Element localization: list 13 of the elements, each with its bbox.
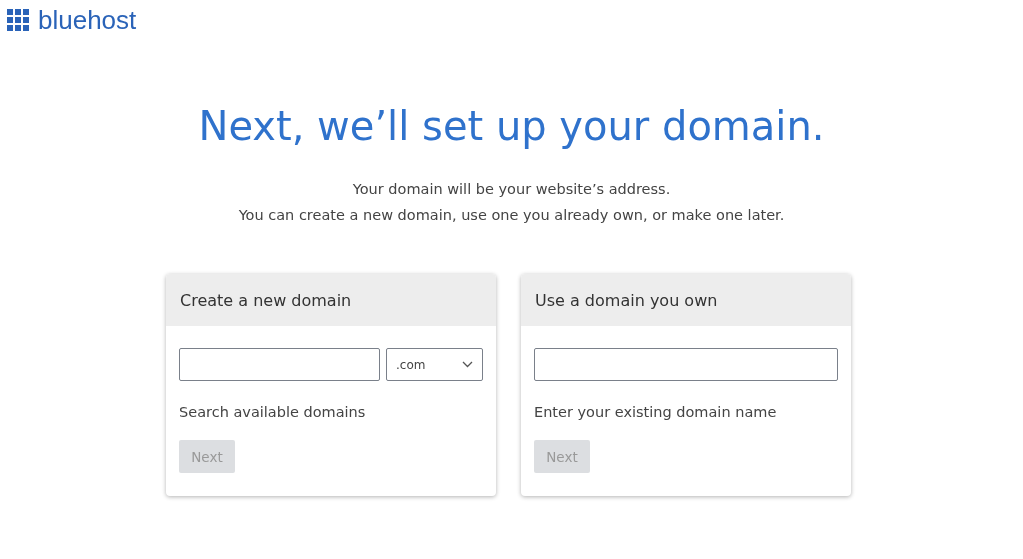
domain-input-field[interactable] [179, 348, 380, 381]
card-title: Create a new domain [180, 290, 352, 310]
intro-text: Your domain will be your website’s address. [351, 180, 672, 199]
tld-dropdown[interactable]: .com [386, 348, 483, 381]
hint-text: Enter your existing domain name [534, 404, 778, 420]
chevron-down-icon [462, 361, 473, 368]
hint-text: Search available domains [179, 404, 367, 420]
intro-text: You can create a new domain, use one you already own, or make one later. [237, 206, 786, 225]
logo-text: bluehost [38, 7, 137, 33]
domain-input-field[interactable] [534, 348, 838, 381]
grid-logo-icon [7, 9, 29, 31]
page-heading: Next, we’ll set up your domain. [197, 102, 826, 150]
card-title: Use a domain you own [535, 290, 718, 310]
